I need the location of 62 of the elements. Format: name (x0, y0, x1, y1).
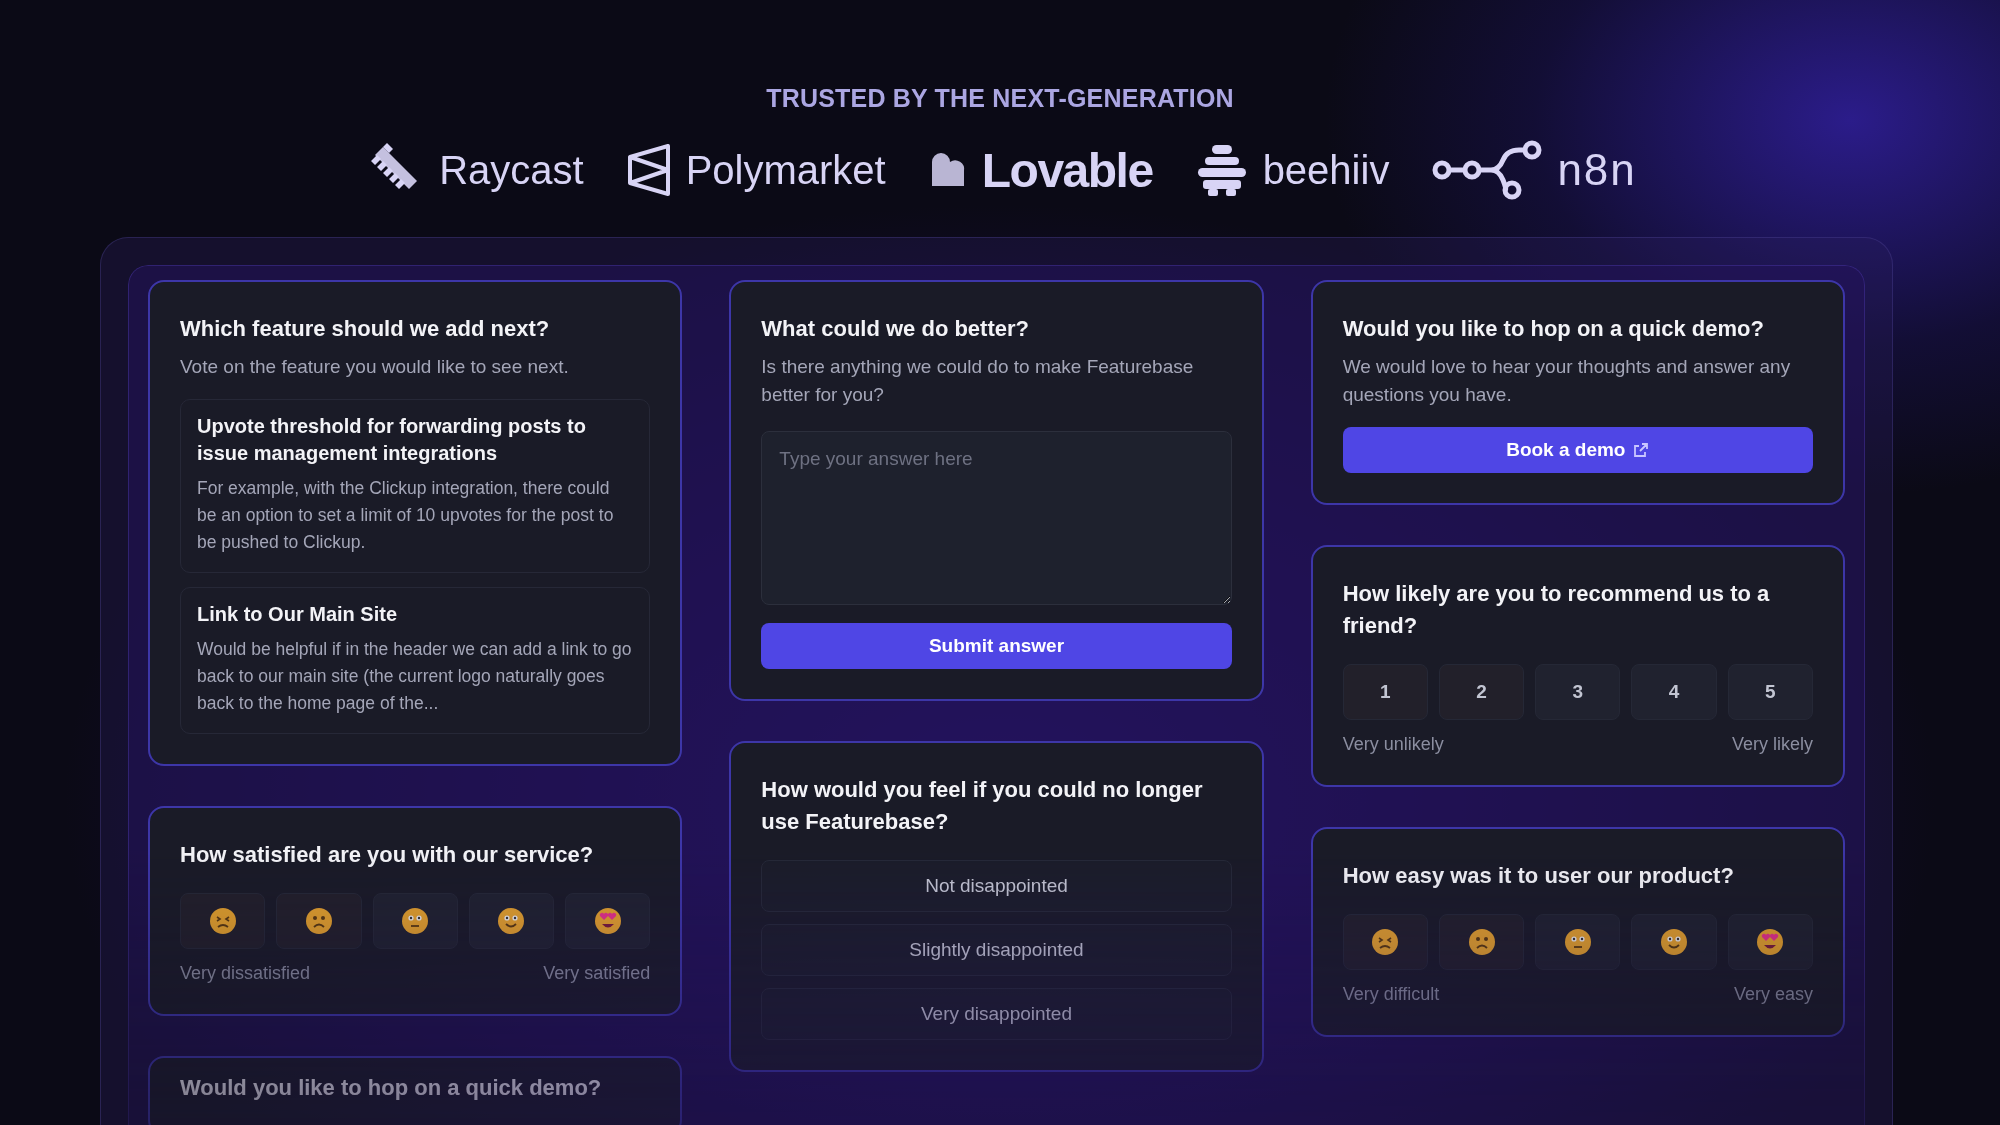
neutral-face-icon (1563, 928, 1592, 956)
external-link-icon (1633, 442, 1650, 458)
card-title: How would you feel if you could no longer use Featurebase? (761, 776, 1204, 836)
score-button[interactable]: 3 (1535, 664, 1621, 720)
smiling-face-icon (497, 907, 526, 935)
tired-face-icon (208, 907, 237, 935)
card-description: Is there anything we could do to make Featurebase better for you? (761, 355, 1195, 407)
scale-low-label: Very unlikely (1342, 734, 1444, 755)
card-title: Would you like to hop on a quick demo? (1342, 315, 1765, 343)
logo-wordmark: n8n (1557, 145, 1637, 195)
choice-option[interactable]: Very disappointed (761, 988, 1232, 1040)
book-demo-button[interactable]: Book a demo (1342, 427, 1813, 473)
tired-face-icon (1371, 928, 1400, 956)
submit-button[interactable]: Submit answer (761, 623, 1232, 669)
neutral-face-icon (401, 907, 430, 935)
frowning-face-icon (304, 907, 333, 935)
frowning-face-icon (1467, 928, 1496, 956)
score-button[interactable]: 2 (1438, 664, 1525, 720)
card-title: What could we do better? (761, 315, 1030, 343)
prism-outline-icon (625, 143, 672, 197)
logo-wordmark: Polymarket (685, 147, 886, 193)
card-description: Vote on the feature you would like to see next. (180, 355, 570, 379)
logo-wordmark: beehiiv (1262, 147, 1390, 193)
scale-high-label: Very satisfied (543, 963, 651, 984)
card-title: How easy was it to user our product? (1342, 862, 1735, 890)
logo-wordmark: Lovable (981, 142, 1153, 198)
post-title: Upvote threshold for forwarding posts to issue management integrations (197, 414, 587, 466)
card-description: We would love to hear your thoughts and answer any questions you have. (1342, 355, 1792, 407)
emoji-rating-button[interactable] (180, 893, 266, 949)
logo-wordmark: Raycast (439, 147, 584, 193)
node-graph-icon (1431, 140, 1544, 200)
emoji-rating-button[interactable] (1727, 914, 1813, 970)
post-title: Link to Our Main Site (197, 602, 398, 627)
tagline: TRUSTED BY THE NEXT-GENERATION (766, 84, 1234, 113)
choice-option[interactable]: Not disappointed (761, 860, 1232, 912)
smiling-face-icon (1660, 928, 1689, 956)
post-body: Would be helpful if in the header we can add a link to go back to our main site (the current logo naturally goes back to the home page of the... (197, 638, 633, 715)
scale-low-label: Very difficult (1342, 984, 1440, 1005)
heart-eyes-face-icon (1756, 928, 1785, 956)
score-button[interactable]: 1 (1342, 664, 1428, 720)
post-card[interactable]: Link to Our Main Site Would be helpful if in the header we can add a link to go back to our main site (the current logo naturally goes back to the home page of the... (180, 587, 651, 734)
choice-option[interactable]: Slightly disappointed (761, 924, 1232, 976)
emoji-rating-button[interactable] (1342, 914, 1428, 970)
scale-low-label: Very dissatisfied (180, 963, 311, 984)
emoji-rating-button[interactable] (1438, 914, 1525, 970)
scale-high-label: Very easy (1733, 984, 1813, 1005)
score-button[interactable]: 5 (1727, 664, 1813, 720)
card-title: How satisfied are you with our service? (180, 841, 595, 869)
scale-high-label: Very likely (1731, 734, 1813, 755)
card-title: Would you like to hop on a quick demo? (180, 1074, 603, 1102)
emoji-rating-button[interactable] (276, 893, 362, 949)
post-body: For example, with the Clickup integration, there could be an option to set a limit of 10 upvotes for the post to be pushed to Clickup. (197, 477, 615, 554)
emoji-rating-button[interactable] (468, 893, 555, 949)
card-title: Which feature should we add next? (180, 315, 551, 343)
emoji-rating-button[interactable] (565, 893, 651, 949)
heart-eyes-face-icon (593, 907, 622, 935)
answer-field[interactable]: Type your answer here (761, 431, 1232, 605)
emoji-rating-button[interactable] (372, 893, 458, 949)
emoji-rating-button[interactable] (1535, 914, 1621, 970)
score-button[interactable]: 4 (1631, 664, 1717, 720)
emoji-rating-button[interactable] (1631, 914, 1717, 970)
card-title: How likely are you to recommend us to a friend? (1342, 580, 1771, 640)
